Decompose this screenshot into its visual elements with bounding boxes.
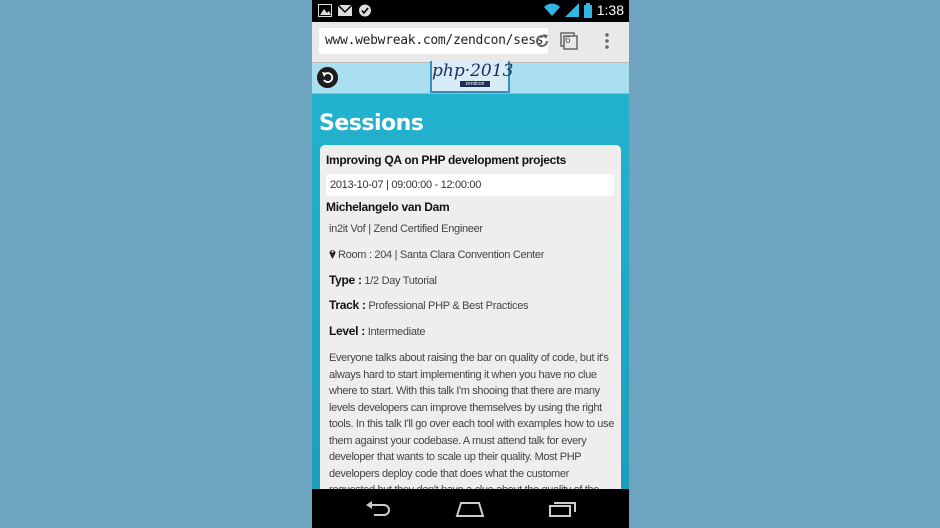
url-text: www.webwreak.com/zendcon/sess <box>325 33 544 48</box>
session-type: Type : 1/2 Day Tutorial <box>329 273 437 287</box>
type-value: 1/2 Day Tutorial <box>364 275 437 287</box>
location-pin-icon <box>329 250 336 259</box>
session-description: Everyone talks about raising the bar on … <box>329 352 614 505</box>
status-clock: 1:38 <box>596 2 624 18</box>
speaker-name[interactable]: Michelangelo van Dam <box>326 200 450 214</box>
url-field[interactable]: www.webwreak.com/zendcon/sess <box>319 28 548 54</box>
type-label: Type : <box>329 273 362 287</box>
level-label: Level : <box>329 324 365 338</box>
session-datetime: 2013-10-07 | 09:00:00 - 12:00:00 <box>330 179 482 191</box>
browser-toolbar: www.webwreak.com/zendcon/sess 6 <box>312 22 629 63</box>
page-title: Sessions <box>319 111 424 136</box>
wifi-icon <box>543 3 560 16</box>
session-date-box: 2013-10-07 | 09:00:00 - 12:00:00 <box>326 174 614 196</box>
tab-count: 6 <box>565 35 571 46</box>
track-label: Track : <box>329 298 366 312</box>
navigation-bar <box>312 489 629 528</box>
session-room: Room : 204 | Santa Clara Convention Cent… <box>329 248 544 261</box>
site-logo[interactable]: php·2013 zendcon <box>430 61 514 93</box>
session-level: Level : Intermediate <box>329 324 426 338</box>
session-card: Improving QA on PHP development projects… <box>320 145 621 505</box>
web-content: php·2013 zendcon Sessions Improving QA o… <box>312 61 629 505</box>
battery-icon <box>583 2 592 18</box>
recent-apps-nav-icon[interactable] <box>549 501 577 517</box>
track-value: Professional PHP & Best Practices <box>368 300 529 312</box>
back-icon[interactable] <box>317 67 338 88</box>
logo-text: php·2013 <box>432 61 514 81</box>
speaker-affiliation: in2it Vof | Zend Certified Engineer <box>329 223 483 235</box>
image-notification-icon <box>318 4 332 17</box>
site-header: php·2013 zendcon <box>312 61 629 94</box>
room-text: Room : 204 | Santa Clara Convention Cent… <box>338 249 545 261</box>
phone-screen: 1:38 www.webwreak.com/zendcon/sess 6 php… <box>312 0 629 528</box>
status-bar: 1:38 <box>312 0 629 22</box>
signal-icon <box>564 3 579 17</box>
back-nav-icon[interactable] <box>364 501 392 517</box>
session-track: Track : Professional PHP & Best Practice… <box>329 298 529 312</box>
level-value: Intermediate <box>367 326 426 338</box>
session-title: Improving QA on PHP development projects <box>326 153 567 167</box>
home-nav-icon[interactable] <box>455 501 485 517</box>
logo-subtext: zendcon <box>460 81 490 87</box>
check-notification-icon <box>359 4 371 17</box>
gmail-notification-icon <box>338 4 352 16</box>
overflow-menu-icon[interactable] <box>605 32 609 50</box>
reload-icon[interactable] <box>533 32 548 50</box>
